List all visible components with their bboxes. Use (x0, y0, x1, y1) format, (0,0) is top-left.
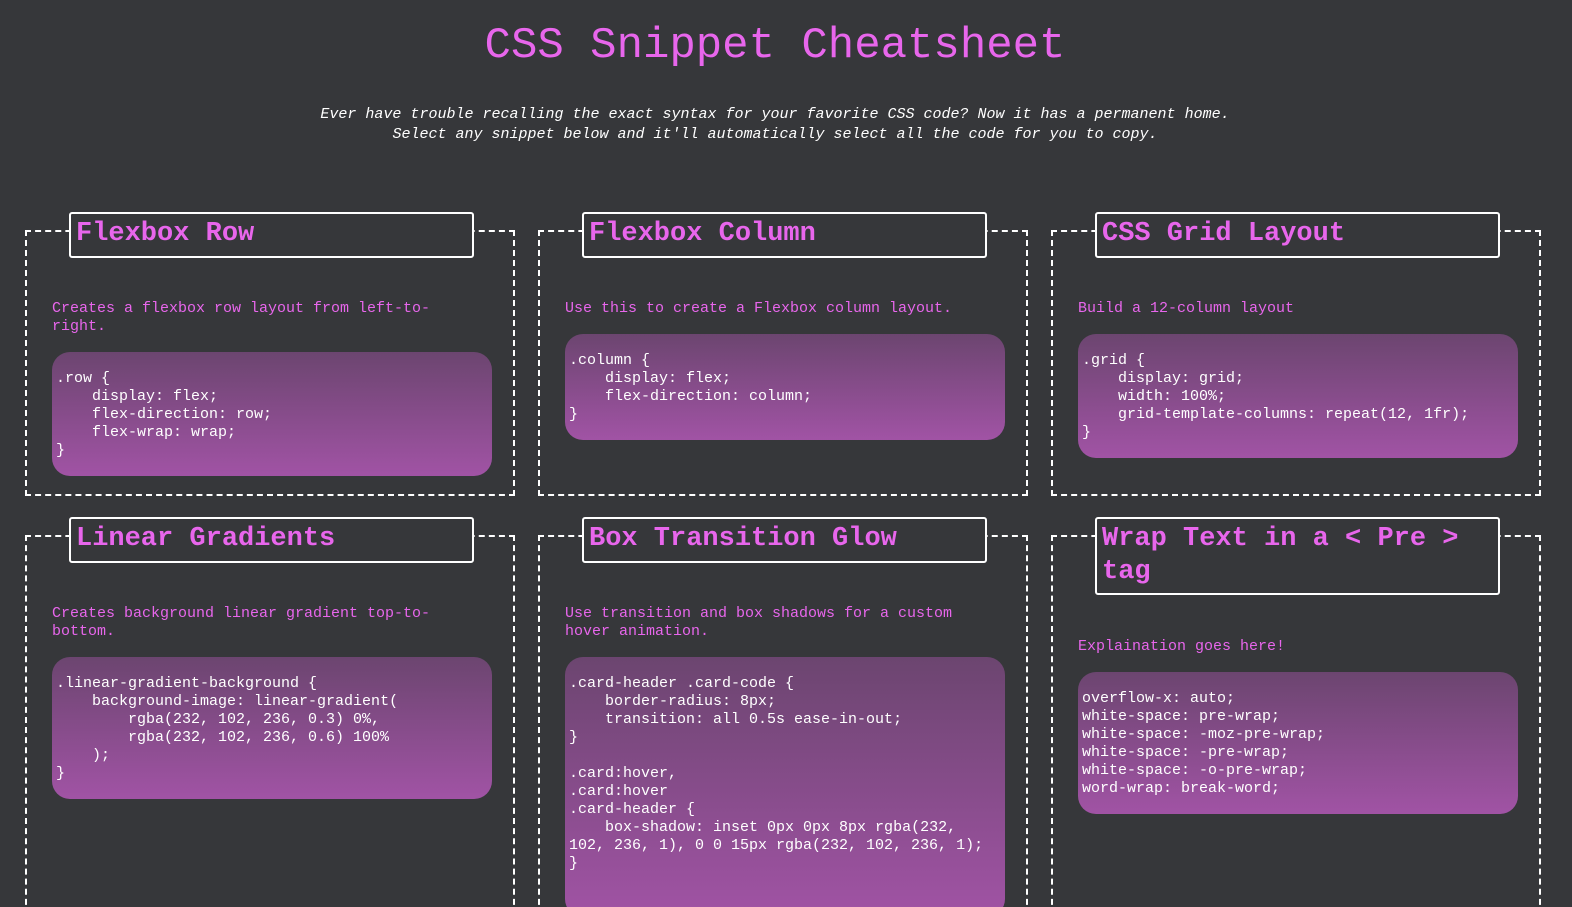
card-header: Box Transition Glow (582, 517, 987, 563)
card-wrap-text-pre-tag: Wrap Text in a < Pre > tag Explaination … (1051, 517, 1541, 907)
card-header: CSS Grid Layout (1095, 212, 1500, 258)
card-header: Flexbox Column (582, 212, 987, 258)
card-box-transition-glow: Box Transition Glow Use transition and b… (538, 517, 1028, 907)
card-description: Creates a flexbox row layout from left-t… (52, 300, 431, 335)
intro-text: Ever have trouble recalling the exact sy… (0, 105, 1550, 145)
intro-line-2: Select any snippet below and it'll autom… (392, 126, 1158, 143)
intro-line-1: Ever have trouble recalling the exact sy… (320, 106, 1230, 123)
card-description: Use transition and box shadows for a cus… (565, 605, 953, 640)
card-css-grid-layout: CSS Grid Layout Build a 12-column layout… (1051, 212, 1541, 496)
card-description: Use this to create a Flexbox column layo… (565, 300, 953, 317)
card-header: Wrap Text in a < Pre > tag (1095, 517, 1500, 595)
card-linear-gradients: Linear Gradients Creates background line… (25, 517, 515, 907)
card-code[interactable]: .row { display: flex; flex-direction: ro… (52, 352, 492, 476)
page-title: CSS Snippet Cheatsheet (484, 21, 1066, 71)
card-code[interactable]: overflow-x: auto; white-space: pre-wrap;… (1078, 672, 1518, 814)
card-flexbox-row: Flexbox Row Creates a flexbox row layout… (25, 212, 515, 496)
card-description: Explaination goes here! (1078, 638, 1286, 655)
card-code[interactable]: .card-header .card-code { border-radius:… (565, 657, 1005, 907)
card-flexbox-column: Flexbox Column Use this to create a Flex… (538, 212, 1028, 496)
card-code[interactable]: .linear-gradient-background { background… (52, 657, 492, 799)
card-code[interactable]: .grid { display: grid; width: 100%; grid… (1078, 334, 1518, 458)
card-description: Build a 12-column layout (1078, 300, 1295, 317)
card-description: Creates background linear gradient top-t… (52, 605, 431, 640)
card-header: Flexbox Row (69, 212, 474, 258)
card-header: Linear Gradients (69, 517, 474, 563)
card-code[interactable]: .column { display: flex; flex-direction:… (565, 334, 1005, 440)
